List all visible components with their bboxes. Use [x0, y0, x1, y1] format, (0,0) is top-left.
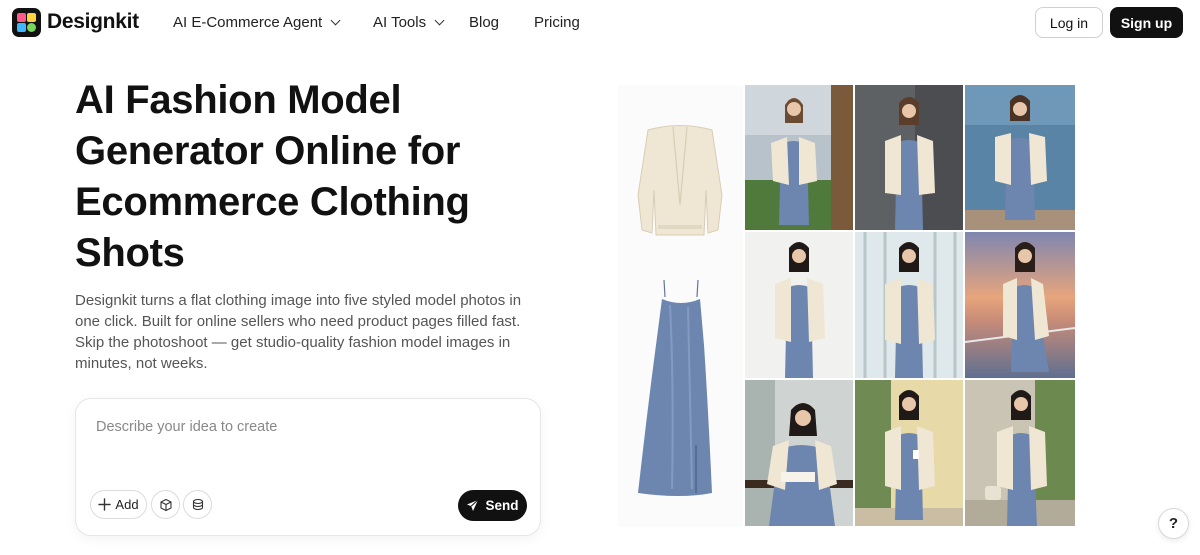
nav-pricing[interactable]: Pricing: [534, 14, 580, 31]
plus-icon: [98, 498, 112, 511]
model-select-button[interactable]: [151, 490, 180, 519]
send-button[interactable]: Send: [458, 490, 527, 521]
model-photo-balcony[interactable]: [745, 85, 853, 230]
add-button[interactable]: Add: [90, 490, 147, 519]
model-photo-white-studio[interactable]: [745, 232, 853, 378]
product-panel: [618, 85, 743, 527]
model-photo-reading-cafe[interactable]: [745, 380, 853, 526]
site-header: Designkit AI E-Commerce Agent AI Tools B…: [0, 0, 1200, 44]
nav-label: AI Tools: [373, 14, 427, 31]
model-photo-coffee-wall[interactable]: [855, 380, 963, 526]
model-photo-glass-window[interactable]: [855, 232, 963, 378]
login-button[interactable]: Log in: [1035, 7, 1103, 38]
send-icon: [467, 499, 479, 511]
nav-blog[interactable]: Blog: [469, 14, 499, 31]
nav-label: AI E-Commerce Agent: [173, 14, 323, 31]
dress-product-image: [638, 279, 712, 496]
nav-ai-tools[interactable]: AI Tools: [373, 14, 445, 31]
brand-name[interactable]: Designkit: [47, 10, 139, 34]
page-title: AI Fashion Model Generator Online for Ec…: [75, 75, 545, 279]
cardigan-product-image: [637, 125, 723, 236]
model-photo-sunset-sea[interactable]: [965, 232, 1075, 378]
nav-label: Blog: [469, 14, 500, 31]
cube-icon: [159, 498, 172, 511]
designkit-logo-icon[interactable]: [12, 8, 41, 37]
product-images: [637, 125, 723, 496]
hero-description: Designkit turns a flat clothing image in…: [75, 292, 522, 372]
signup-button[interactable]: Sign up: [1110, 7, 1183, 38]
model-photo-grey-wall[interactable]: [855, 85, 963, 230]
prompt-input[interactable]: [96, 419, 516, 435]
title-line: AI Fashion Model: [75, 78, 402, 122]
chevron-down-icon: [434, 15, 445, 26]
chevron-down-icon: [330, 15, 341, 26]
layers-button[interactable]: [183, 490, 212, 519]
prompt-box: Add Send: [75, 398, 541, 536]
add-label: Add: [115, 497, 139, 512]
model-photo-street-bag[interactable]: [965, 380, 1075, 526]
title-line: Shots: [75, 231, 185, 275]
model-photo-waterside[interactable]: [965, 85, 1075, 230]
help-button[interactable]: ?: [1158, 508, 1189, 539]
title-line: Generator Online for: [75, 129, 461, 173]
title-line: Ecommerce Clothing: [75, 180, 470, 224]
layers-icon: [192, 498, 203, 510]
send-label: Send: [485, 498, 519, 513]
nav-ai-ecommerce-agent[interactable]: AI E-Commerce Agent: [173, 14, 341, 31]
nav-label: Pricing: [534, 14, 580, 31]
